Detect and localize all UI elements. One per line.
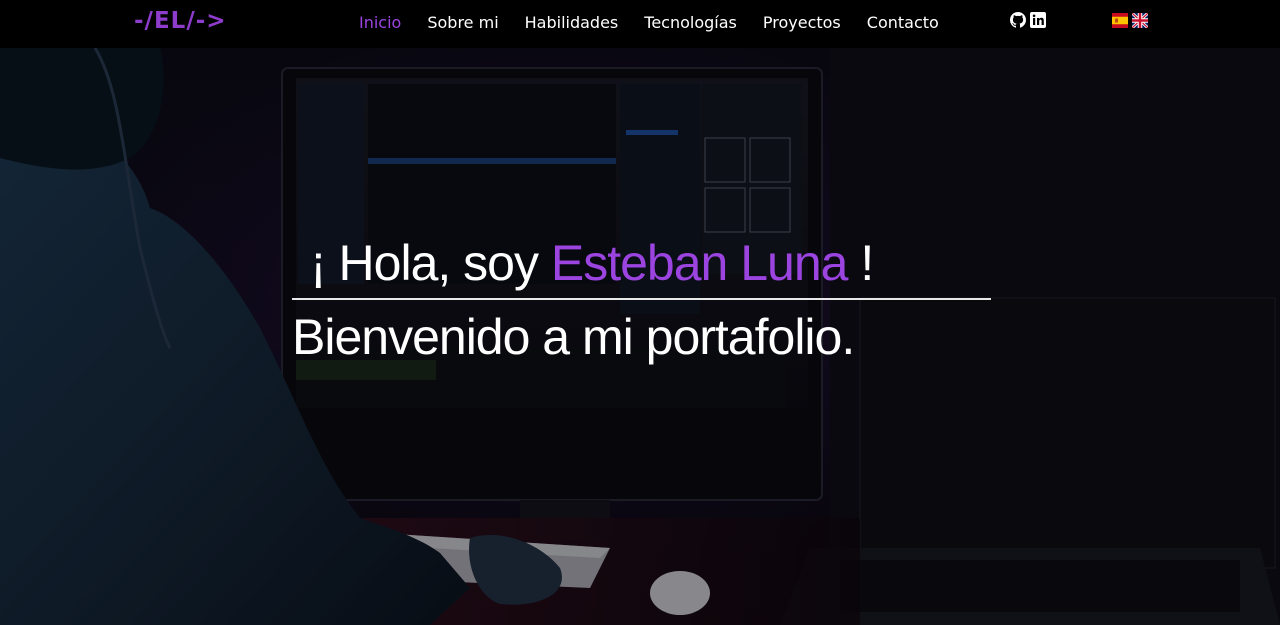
nav-link-tecnologias[interactable]: Tecnologías <box>644 13 737 32</box>
main-nav: Inicio Sobre mi Habilidades Tecnologías … <box>359 13 939 32</box>
social-links <box>1010 12 1046 28</box>
nav-link-inicio[interactable]: Inicio <box>359 13 401 32</box>
nav-link-habilidades[interactable]: Habilidades <box>525 13 619 32</box>
linkedin-icon[interactable] <box>1030 12 1046 28</box>
hero-name: Esteban Luna <box>550 235 849 291</box>
top-navbar: -/EL/-> Inicio Sobre mi Habilidades Tecn… <box>0 0 1280 48</box>
nav-link-contacto[interactable]: Contacto <box>867 13 939 32</box>
uk-flag-icon[interactable] <box>1130 11 1150 30</box>
nav-link-proyectos[interactable]: Proyectos <box>763 13 841 32</box>
hero-welcome: Bienvenido a mi portafolio. <box>292 309 855 365</box>
greeting-prefix: ¡ Hola, soy <box>310 235 551 291</box>
spain-flag-icon[interactable] <box>1112 13 1128 28</box>
portfolio-page: -/EL/-> Inicio Sobre mi Habilidades Tecn… <box>0 0 1280 625</box>
language-selector <box>1112 11 1150 30</box>
greeting-suffix: ! <box>847 235 874 291</box>
hero-greeting: ¡ Hola, soy Esteban Luna ! <box>292 232 992 294</box>
site-logo[interactable]: -/EL/-> <box>134 8 227 34</box>
nav-link-sobre-mi[interactable]: Sobre mi <box>427 13 498 32</box>
github-icon[interactable] <box>1010 12 1026 28</box>
hero-text: ¡ Hola, soy Esteban Luna ! Bienvenido a … <box>292 232 992 377</box>
